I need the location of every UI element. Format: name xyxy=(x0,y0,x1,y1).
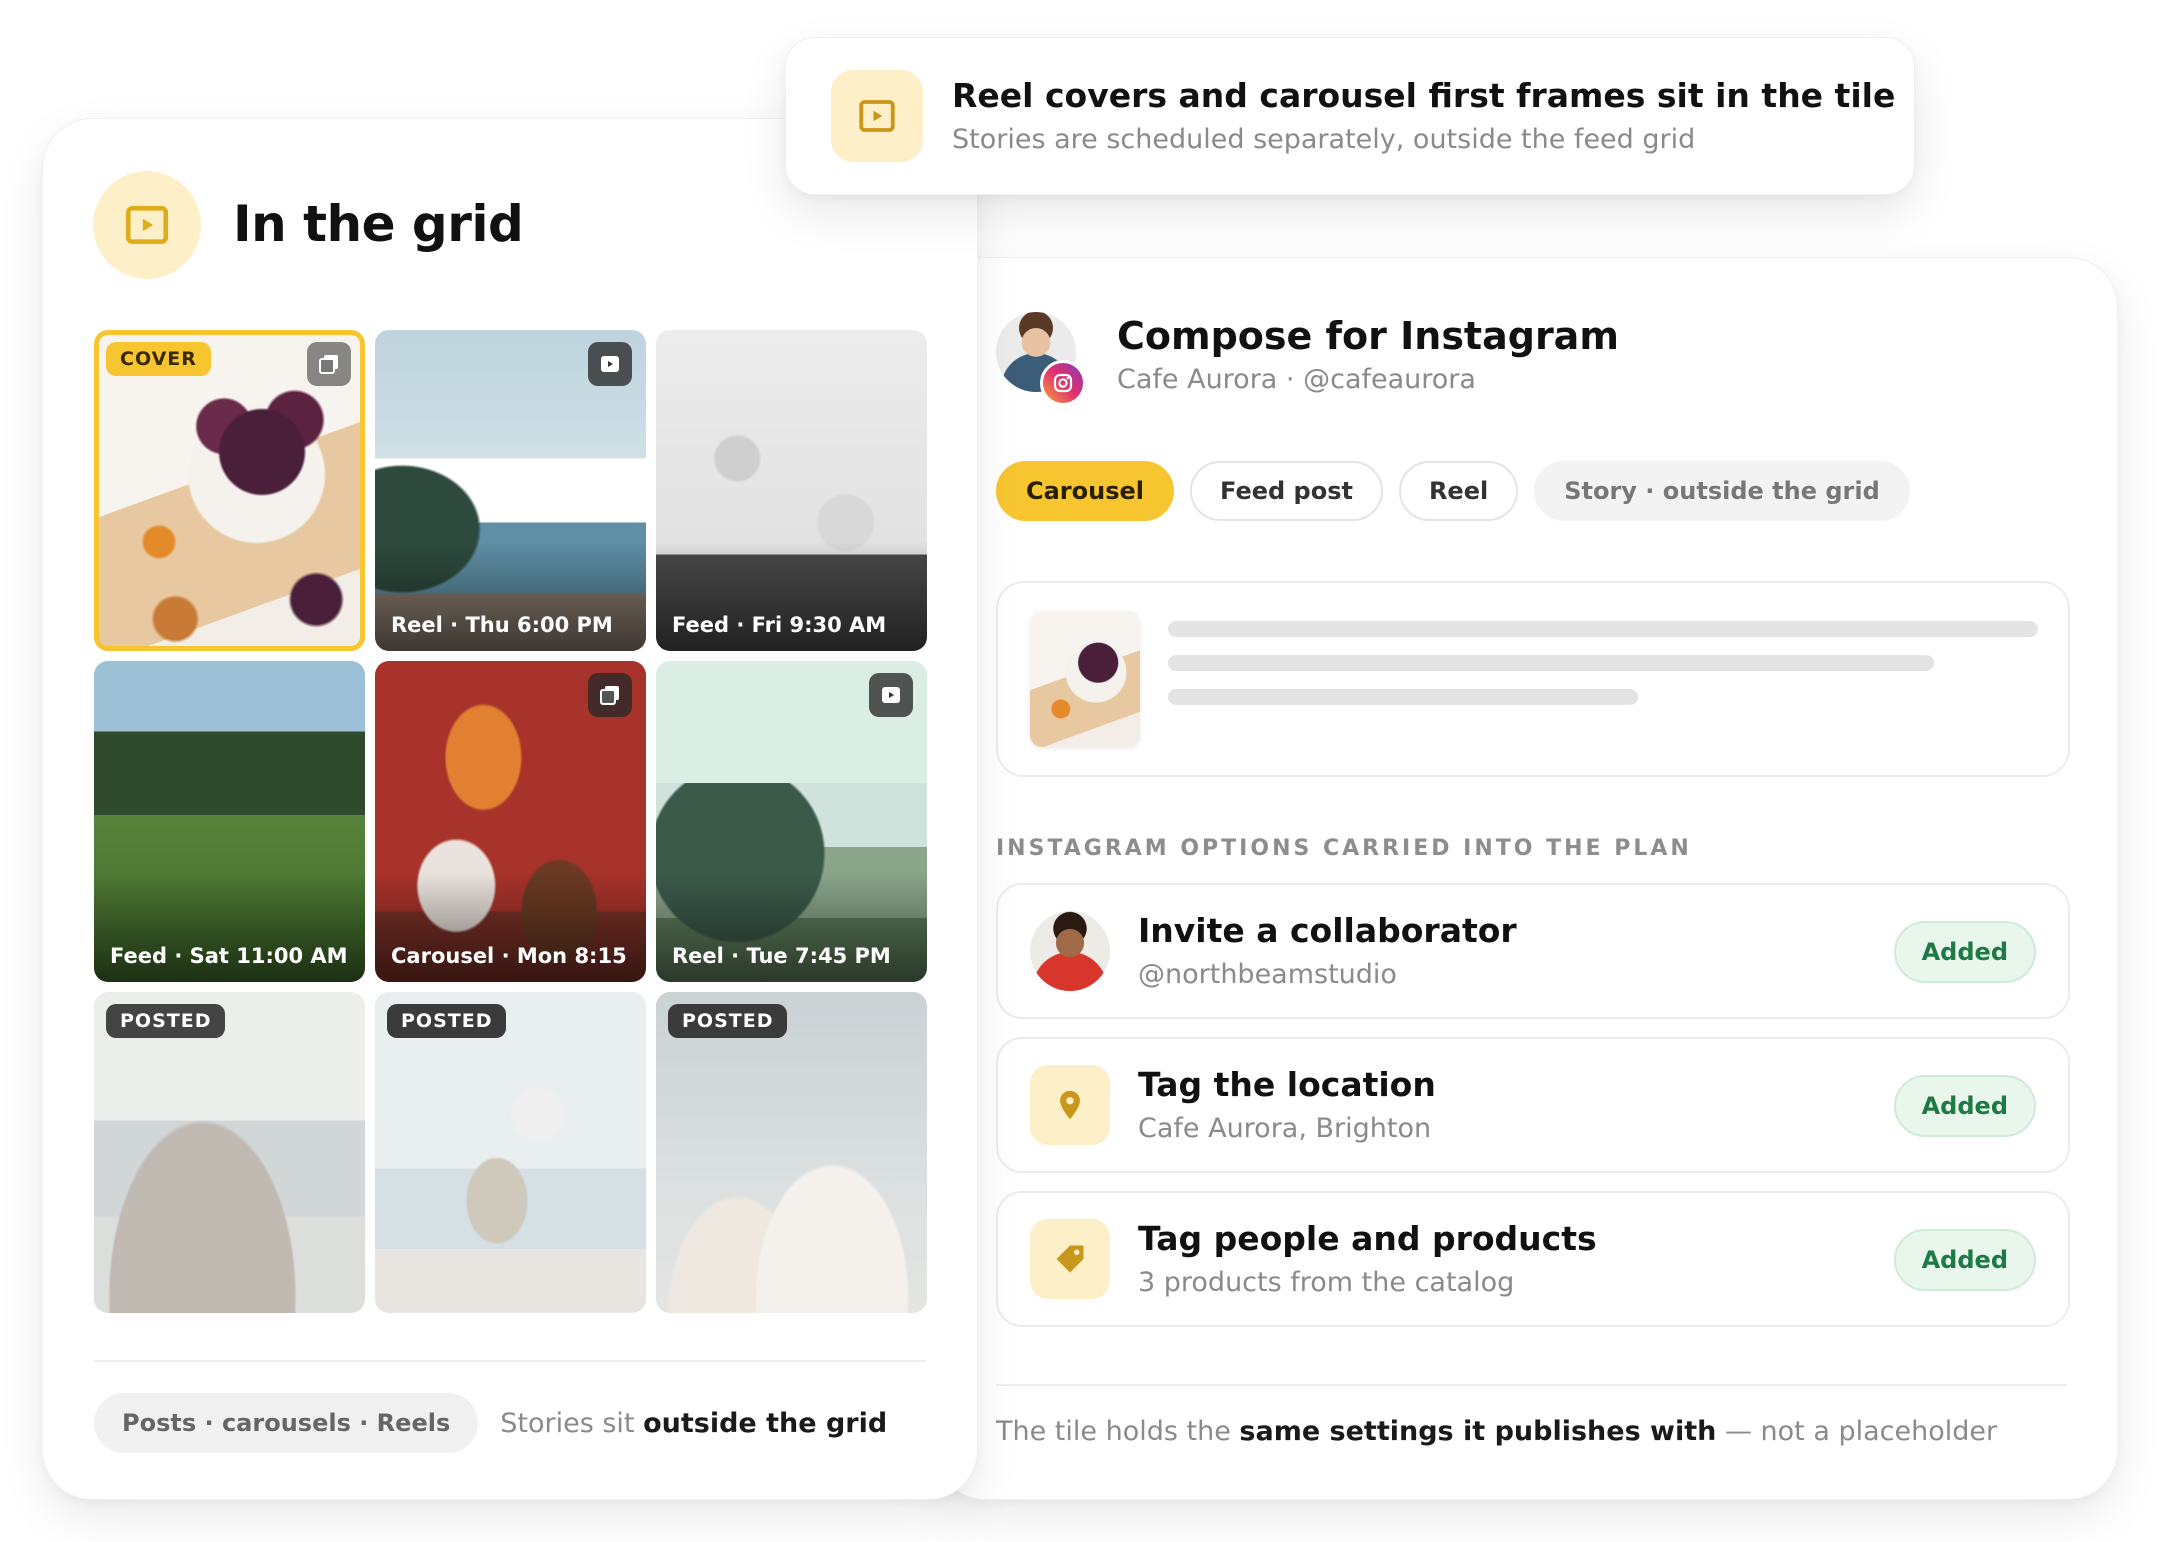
option-location[interactable]: Tag the location Cafe Aurora, Brighton A… xyxy=(996,1037,2070,1173)
option-collaborator[interactable]: Invite a collaborator @northbeamstudio A… xyxy=(996,883,2070,1019)
compose-footer-note: The tile holds the same settings it publ… xyxy=(996,1416,1998,1447)
option-subtitle: 3 products from the catalog xyxy=(1138,1267,1515,1298)
tile-caption: Carousel · Mon 8:15 xyxy=(391,944,627,968)
grid-tile[interactable]: Carousel · Mon 8:15 xyxy=(375,661,646,982)
cover-badge: COVER xyxy=(106,342,211,376)
chip-carousel[interactable]: Carousel xyxy=(996,461,1175,521)
location-pin-icon xyxy=(1030,1065,1110,1145)
banner-subtitle: Stories are scheduled separately, outsid… xyxy=(952,124,1696,155)
text-placeholder-line xyxy=(1168,621,2038,637)
grid-tile-posted[interactable]: POSTED xyxy=(656,992,927,1313)
divider xyxy=(996,1384,2067,1386)
grid-tile[interactable]: Reel · Tue 7:45 PM xyxy=(656,661,927,982)
option-title: Tag the location xyxy=(1138,1065,1436,1104)
options-section-label: INSTAGRAM OPTIONS CARRIED INTO THE PLAN xyxy=(996,836,1692,861)
play-square-icon xyxy=(831,70,923,162)
grid-tile[interactable]: Feed · Sat 11:00 AM xyxy=(94,661,365,982)
chip-reel[interactable]: Reel xyxy=(1398,461,1519,521)
content-types-pill: Posts · carousels · Reels xyxy=(94,1393,479,1453)
account-avatar[interactable] xyxy=(996,312,1086,406)
instagram-icon xyxy=(1040,360,1086,406)
tile-caption: Feed · Sat 11:00 AM xyxy=(110,944,348,968)
posted-badge: POSTED xyxy=(668,1004,788,1038)
added-badge[interactable]: Added xyxy=(1893,921,2036,983)
option-subtitle: @northbeamstudio xyxy=(1138,959,1397,990)
option-subtitle: Cafe Aurora, Brighton xyxy=(1138,1113,1432,1144)
grid-tile-posted[interactable]: POSTED xyxy=(94,992,365,1313)
collaborator-avatar xyxy=(1030,911,1110,991)
chip-story[interactable]: Story · outside the grid xyxy=(1534,461,1910,521)
compose-title: Compose for Instagram xyxy=(1117,314,1619,358)
tile-caption: Reel · Tue 7:45 PM xyxy=(672,944,891,968)
option-tag-products[interactable]: Tag people and products 3 products from … xyxy=(996,1191,2070,1327)
grid-tile-cover[interactable]: COVER xyxy=(94,330,365,651)
tile-caption: Reel · Thu 6:00 PM xyxy=(391,613,613,637)
added-badge[interactable]: Added xyxy=(1893,1229,2036,1291)
grid-tile[interactable]: Feed · Fri 9:30 AM xyxy=(656,330,927,651)
tile-caption: Feed · Fri 9:30 AM xyxy=(672,613,887,637)
account-name: Cafe Aurora · @cafeaurora xyxy=(1117,364,1476,395)
added-badge[interactable]: Added xyxy=(1893,1075,2036,1137)
stories-note: Stories sit outside the grid xyxy=(500,1407,888,1439)
text-placeholder-line xyxy=(1168,655,1934,671)
option-title: Invite a collaborator xyxy=(1138,911,1517,950)
text-placeholder-line xyxy=(1168,689,1638,705)
reel-icon xyxy=(869,673,913,717)
info-banner: Reel covers and carousel first frames si… xyxy=(785,37,1915,195)
media-thumbnail[interactable] xyxy=(1030,611,1140,747)
post-type-selector: Carousel Feed post Reel Story · outside … xyxy=(996,461,1910,521)
carousel-icon xyxy=(307,342,351,386)
divider xyxy=(94,1360,926,1362)
grid-tile-posted[interactable]: POSTED xyxy=(375,992,646,1313)
chip-feed-post[interactable]: Feed post xyxy=(1190,461,1383,521)
grid-title: In the grid xyxy=(233,195,524,253)
grid-tile[interactable]: Reel · Thu 6:00 PM xyxy=(375,330,646,651)
tag-icon xyxy=(1030,1219,1110,1299)
play-square-icon xyxy=(93,171,201,279)
feed-grid: COVER Reel · Thu 6:00 PM Feed · Fri 9:30… xyxy=(94,330,928,1313)
caption-draft[interactable] xyxy=(996,581,2070,777)
grid-footer: Posts · carousels · Reels Stories sit ou… xyxy=(94,1393,887,1453)
posted-badge: POSTED xyxy=(387,1004,507,1038)
compose-card: Compose for Instagram Cafe Aurora · @caf… xyxy=(935,257,2118,1500)
carousel-icon xyxy=(588,673,632,717)
grid-card: In the grid COVER Reel · Thu 6:00 PM Fee… xyxy=(42,118,978,1500)
reel-icon xyxy=(588,342,632,386)
banner-title: Reel covers and carousel first frames si… xyxy=(952,76,1896,115)
option-title: Tag people and products xyxy=(1138,1219,1597,1258)
posted-badge: POSTED xyxy=(106,1004,226,1038)
